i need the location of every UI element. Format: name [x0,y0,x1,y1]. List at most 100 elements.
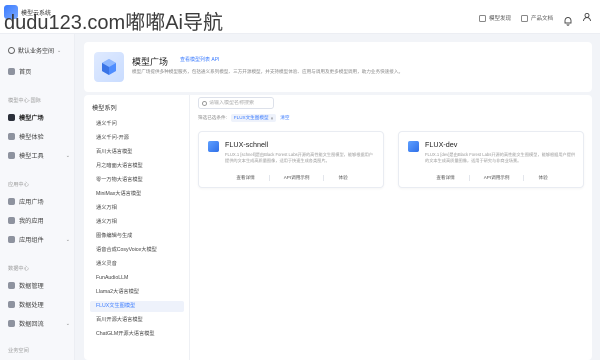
filter-chip-label: FLUX文生图模型 [233,115,269,120]
watermark-text: dudu123.com嘟嘟Ai导航 [4,12,223,34]
try-button[interactable]: 体验 [524,175,561,181]
sidebar-item-label: 应用广场 [19,199,44,206]
series-item[interactable]: 通义灵音 [90,259,184,270]
search-input[interactable] [209,100,273,106]
sidebar-item-label: 模型工具 [19,153,44,160]
section-title-workspace: 业务空间 [8,348,29,354]
sidebar-item-my-apps[interactable]: 我的应用 [8,215,70,226]
my-apps-icon [8,217,15,224]
components-icon [8,236,15,243]
chevron-down-icon: ⌄ [65,236,70,243]
product-docs-link[interactable]: 产品文档 [520,14,553,22]
api-example-button[interactable]: API调用示例 [270,175,325,181]
page-title: 模型广场 [132,57,169,67]
model-card[interactable]: FLUX-schnell FLUX.1 [schnell]是由Black For… [198,131,384,188]
series-item[interactable]: 通义万相 [90,203,184,214]
app-plaza-icon [8,198,15,205]
sidebar-item-app-plaza[interactable]: 应用广场 [8,196,70,207]
sidebar: 默认业务空间 ⌄ 首页 模型中心·国际 模型广场 模型体验 模型工具 ⌄ 应用中… [0,34,75,360]
series-item[interactable]: ChatGLM开源大语言模型 [90,329,184,340]
series-item[interactable]: 月之暗面大语言模型 [90,161,184,172]
model-discovery-link[interactable]: 模型发现 [478,14,511,22]
sidebar-item-model-tools[interactable]: 模型工具 ⌄ [8,150,70,161]
discovery-icon [478,14,486,22]
series-item[interactable]: 语音合成CosyVoice大模型 [90,245,184,256]
sidebar-item-app-components[interactable]: 应用组件 ⌄ [8,234,70,245]
home-icon [8,68,15,75]
series-item[interactable]: 零一万物大语言模型 [90,175,184,186]
workspace-label: 默认业务空间 [18,49,55,55]
series-title: 模型系列 [92,105,117,112]
card-description: FLUX.1 [dev]是由Black Forest Labs开源的高性能文生图… [425,152,576,163]
sidebar-item-label: 首页 [19,69,32,76]
series-item[interactable]: MiniMax大语言模型 [90,189,184,200]
experience-icon [8,133,15,140]
docs-icon [520,14,528,22]
data-process-icon [8,301,15,308]
model-cube-icon [408,141,419,152]
tools-icon [8,152,15,159]
series-item[interactable]: FunAudioLLM [90,273,184,284]
main-panel: 模型系列 通义千问 通义千问-开源 百川大语言模型 月之暗面大语言模型 零一万物… [84,95,592,360]
bell-icon[interactable] [563,13,572,26]
sidebar-item-label: 应用组件 [19,237,44,244]
sidebar-item-data-process[interactable]: 数据处理 [8,299,70,310]
series-item[interactable]: 通义万相 [90,217,184,228]
sidebar-item-model-plaza[interactable]: 模型广场 [8,112,70,123]
model-card[interactable]: FLUX-dev FLUX.1 [dev]是由Black Forest Labs… [398,131,584,188]
chevron-down-icon: ⌄ [57,47,62,54]
filter-label: 筛选已选条件: [198,115,227,120]
section-title-model: 模型中心·国际 [8,98,41,104]
filter-chip[interactable]: FLUX文生图模型 × [230,114,277,122]
plaza-icon [8,114,15,121]
series-item[interactable]: 百川大语言模型 [90,147,184,158]
try-button[interactable]: 体验 [324,175,361,181]
filter-row: 筛选已选条件: FLUX文生图模型 × 清空 [198,114,289,122]
top-actions: 模型发现 产品文档 [478,9,592,27]
sidebar-item-label: 模型体验 [19,134,44,141]
model-discovery-label: 模型发现 [488,16,511,22]
sidebar-item-label: 数据处理 [19,302,44,309]
model-plaza-cube-icon [94,52,124,82]
search-icon [202,100,207,106]
top-bar: 模型云系统 dudu123.com嘟嘟Ai导航 模型发现 产品文档 [0,0,600,34]
sidebar-item-home[interactable]: 首页 [8,66,70,77]
chevron-down-icon: ⌄ [65,152,70,159]
workspace-icon [8,47,15,54]
model-cube-icon [208,141,219,152]
api-example-button[interactable]: API调用示例 [470,175,525,181]
sidebar-item-label: 模型广场 [19,115,44,122]
card-title: FLUX-schnell [225,140,269,149]
user-icon[interactable] [582,9,592,27]
series-panel: 模型系列 通义千问 通义千问-开源 百川大语言模型 月之暗面大语言模型 零一万物… [84,95,190,360]
chevron-down-icon: ⌄ [65,320,70,327]
series-item[interactable]: 通义千问 [90,119,184,130]
series-item[interactable]: 百川开源大语言模型 [90,315,184,326]
workspace-selector[interactable]: 默认业务空间 ⌄ [8,46,61,55]
series-item[interactable]: Llama2大语言模型 [90,287,184,298]
series-item-active[interactable]: FLUX文生图模型 [90,301,184,312]
sidebar-item-model-experience[interactable]: 模型体验 [8,131,70,142]
series-item[interactable]: 通义千问-开源 [90,133,184,144]
data-manage-icon [8,282,15,289]
view-details-button[interactable]: 查看详情 [422,175,470,181]
view-api-link[interactable]: 查看模型列表 API [180,56,219,63]
section-title-data: 数据中心 [8,266,29,272]
sidebar-item-data-backflow[interactable]: 数据回流 ⌄ [8,318,70,329]
product-docs-label: 产品文档 [530,16,553,22]
clear-filter-link[interactable]: 清空 [280,115,289,121]
sidebar-item-label: 数据回流 [19,321,44,328]
header-card: 模型广场 查看模型列表 API 模型广场提供多种模型服务，包括通义系列模型、三方… [84,42,592,92]
sidebar-item-label: 我的应用 [19,218,44,225]
series-item[interactable]: 图像编辑与生成 [90,231,184,242]
card-title: FLUX-dev [425,140,458,149]
page-description: 模型广场提供多种模型服务，包括通义系列模型、三方开源模型，并支持模型体验、应用与… [132,69,404,74]
search-box [198,97,274,109]
data-backflow-icon [8,320,15,327]
sidebar-item-data-manage[interactable]: 数据管理 [8,280,70,291]
view-details-button[interactable]: 查看详情 [222,175,270,181]
card-actions: 查看详情 API调用示例 体验 [199,175,385,181]
card-actions: 查看详情 API调用示例 体验 [399,175,585,181]
sidebar-item-label: 数据管理 [19,283,44,290]
close-icon[interactable]: × [271,116,274,121]
